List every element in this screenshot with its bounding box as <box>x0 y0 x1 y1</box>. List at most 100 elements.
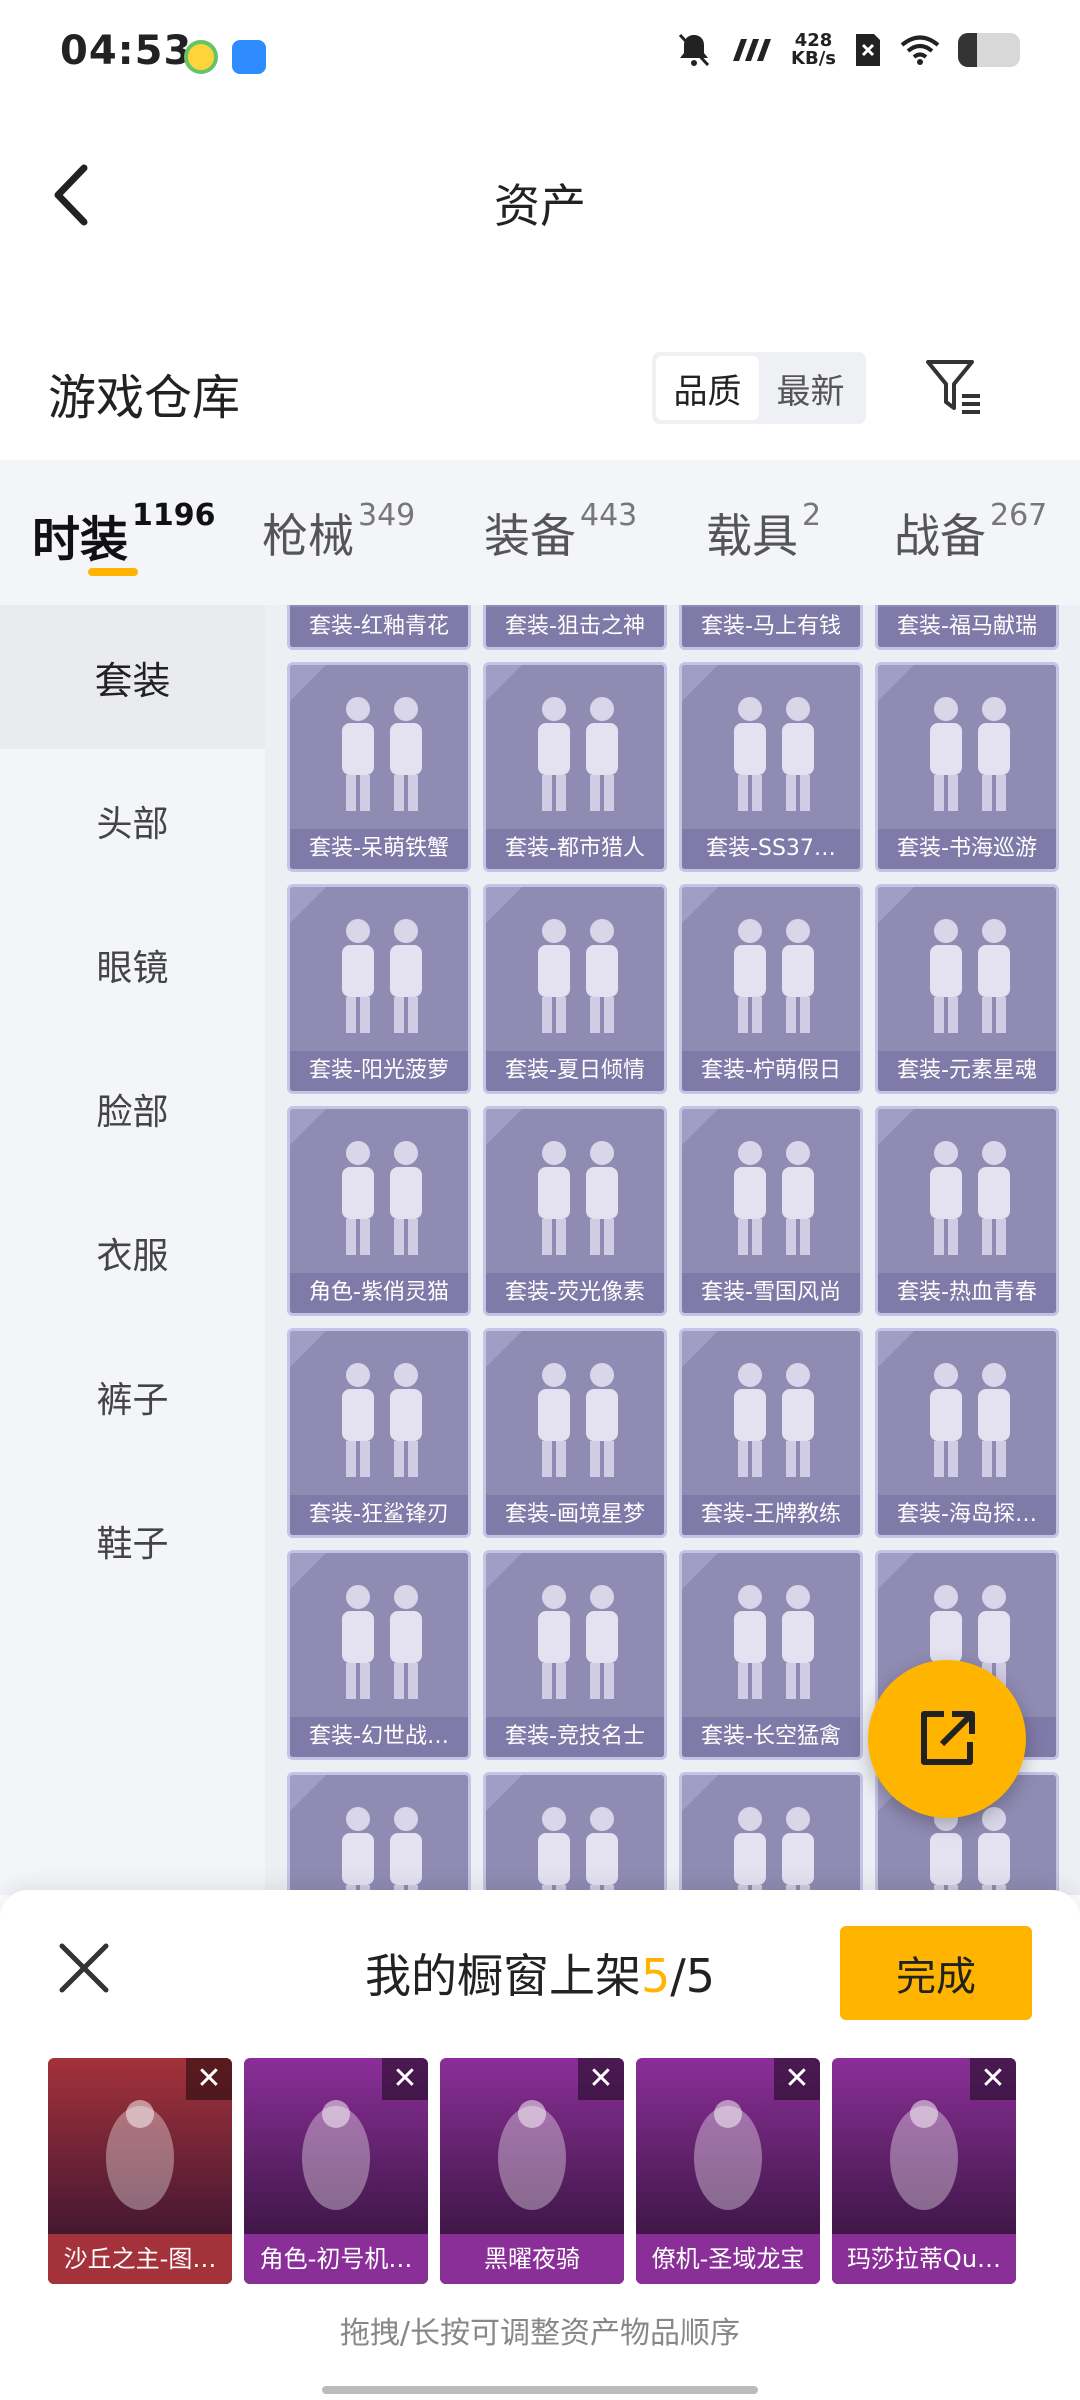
active-tab-indicator <box>88 568 138 576</box>
remove-icon[interactable]: ✕ <box>774 2058 820 2100</box>
item-card[interactable] <box>483 1772 667 1895</box>
filter-button[interactable] <box>922 354 986 418</box>
item-card[interactable]: 套装-幻世战… <box>287 1550 471 1760</box>
showcase-hint: 拖拽/长按可调整资产物品顺序 <box>339 2316 741 2351</box>
tab-label: 战备 <box>894 509 986 563</box>
item-thumbnail <box>506 1127 646 1267</box>
item-thumbnail <box>310 1349 450 1489</box>
sidebar-item-face[interactable]: 脸部 <box>0 1037 265 1181</box>
showcase-item-thumbnail <box>464 2088 600 2224</box>
share-button[interactable] <box>868 1660 1026 1818</box>
item-thumbnail <box>310 683 450 823</box>
sort-option-latest[interactable]: 最新 <box>759 356 862 420</box>
sidebar-item-clothes[interactable]: 衣服 <box>0 1181 265 1325</box>
battery-level <box>958 33 977 67</box>
item-card[interactable]: 套装-呆萌铁蟹 <box>287 662 471 872</box>
item-name: 套装-热血青春 <box>878 1273 1056 1313</box>
remove-icon[interactable]: ✕ <box>382 2058 428 2100</box>
item-card[interactable]: 套装-红釉青花 <box>287 605 471 650</box>
item-card[interactable]: 套装-SS37… <box>679 662 863 872</box>
category-tabs: 时装 1196 枪械 349 装备 443 载具 2 战备 267 <box>0 460 1080 605</box>
item-card[interactable]: 套装-狂鲨锋刃 <box>287 1328 471 1538</box>
item-card[interactable]: 套装-夏日倾情 <box>483 884 667 1094</box>
app-notification-icon <box>232 40 266 74</box>
status-time: 04:53 <box>60 28 193 74</box>
sort-option-quality[interactable]: 品质 <box>656 356 759 420</box>
showcase-item-thumbnail <box>72 2088 208 2224</box>
sidebar-item-glasses[interactable]: 眼镜 <box>0 893 265 1037</box>
item-card[interactable]: 套装-雪国风尚 <box>679 1106 863 1316</box>
showcase-sheet: 我的橱窗上架5/5 完成 ✕ 沙丘之主-图… ✕ 角色-初号机… ✕ 黑曜夜骑 ✕ 僚机-圣域… <box>0 1890 1080 2400</box>
item-card[interactable] <box>679 1772 863 1895</box>
item-card[interactable]: 套装-海岛探… <box>875 1328 1059 1538</box>
tab-supplies[interactable]: 战备 267 <box>894 498 1048 566</box>
item-card[interactable]: 套装-都市猎人 <box>483 662 667 872</box>
item-card[interactable]: 套装-长空猛禽 <box>679 1550 863 1760</box>
tab-label: 载具 <box>706 509 798 563</box>
showcase-current-count: 5 <box>640 1949 671 2003</box>
item-thumbnail <box>310 1571 450 1711</box>
item-name: 套装-王牌教练 <box>682 1495 860 1535</box>
item-card[interactable]: 套装-荧光像素 <box>483 1106 667 1316</box>
item-card[interactable]: 套装-马上有钱 <box>679 605 863 650</box>
item-card[interactable]: 套装-狙击之神 <box>483 605 667 650</box>
done-button[interactable]: 完成 <box>840 1926 1032 2020</box>
remove-icon[interactable]: ✕ <box>970 2058 1016 2100</box>
tab-count: 267 <box>990 498 1048 533</box>
showcase-item[interactable]: ✕ 角色-初号机… <box>244 2058 428 2284</box>
home-indicator[interactable] <box>322 2386 758 2394</box>
item-thumbnail <box>702 1349 842 1489</box>
music-app-icon <box>184 40 218 74</box>
battery-icon <box>958 33 1020 67</box>
item-card[interactable]: 套装-元素星魂 <box>875 884 1059 1094</box>
showcase-item-thumbnail <box>660 2088 796 2224</box>
sim-icon <box>856 34 880 66</box>
item-card[interactable]: 套装-柠萌假日 <box>679 884 863 1094</box>
tab-weapons[interactable]: 枪械 349 <box>262 498 415 566</box>
sidebar-item-pants[interactable]: 裤子 <box>0 1325 265 1469</box>
sidebar-item-outfit[interactable]: 套装 <box>0 605 265 749</box>
item-card[interactable]: 套装-竞技名士 <box>483 1550 667 1760</box>
showcase-item[interactable]: ✕ 僚机-圣域龙宝 <box>636 2058 820 2284</box>
remove-icon[interactable]: ✕ <box>186 2058 232 2100</box>
showcase-list: ✕ 沙丘之主-图… ✕ 角色-初号机… ✕ 黑曜夜骑 ✕ 僚机-圣域龙宝 ✕ 玛莎拉蒂Qu… <box>48 2058 1038 2284</box>
tab-vehicles[interactable]: 载具 2 <box>706 498 822 566</box>
item-card[interactable] <box>287 1772 471 1895</box>
remove-icon[interactable]: ✕ <box>578 2058 624 2100</box>
sort-toggle: 品质 最新 <box>652 352 866 424</box>
showcase-item[interactable]: ✕ 沙丘之主-图… <box>48 2058 232 2284</box>
showcase-item-name: 沙丘之主-图… <box>48 2234 232 2284</box>
showcase-item[interactable]: ✕ 黑曜夜骑 <box>440 2058 624 2284</box>
item-name: 套装-狂鲨锋刃 <box>290 1495 468 1535</box>
item-thumbnail <box>506 1349 646 1489</box>
item-card[interactable]: 套装-书海巡游 <box>875 662 1059 872</box>
item-card[interactable]: 套装-福马献瑞 <box>875 605 1059 650</box>
item-card[interactable]: 套装-热血青春 <box>875 1106 1059 1316</box>
item-card[interactable]: 角色-紫俏灵猫 <box>287 1106 471 1316</box>
showcase-item-thumbnail <box>268 2088 404 2224</box>
item-thumbnail <box>898 1127 1038 1267</box>
item-card[interactable]: 套装-画境星梦 <box>483 1328 667 1538</box>
item-card[interactable]: 套装-王牌教练 <box>679 1328 863 1538</box>
tab-equipment[interactable]: 装备 443 <box>484 498 638 566</box>
item-name: 套装-夏日倾情 <box>486 1051 664 1091</box>
item-thumbnail <box>702 905 842 1045</box>
tab-fashion[interactable]: 时装 1196 <box>32 498 216 570</box>
tab-count: 443 <box>580 498 638 533</box>
status-icons: 428 KB/s <box>677 32 1020 68</box>
showcase-separator: / <box>670 1949 686 2003</box>
item-name: 套装-SS37… <box>682 829 860 869</box>
item-name: 套装-书海巡游 <box>878 829 1056 869</box>
sidebar-item-head[interactable]: 头部 <box>0 749 265 893</box>
item-thumbnail <box>898 683 1038 823</box>
item-card[interactable]: 套装-阳光菠萝 <box>287 884 471 1094</box>
item-name: 角色-紫俏灵猫 <box>290 1273 468 1313</box>
tab-label: 枪械 <box>262 509 354 563</box>
item-name: 套装-竞技名士 <box>486 1717 664 1757</box>
sidebar-item-shoes[interactable]: 鞋子 <box>0 1469 265 1613</box>
tab-count: 2 <box>802 498 822 533</box>
filter-icon <box>926 360 980 414</box>
showcase-item-name: 黑曜夜骑 <box>440 2234 624 2284</box>
showcase-item[interactable]: ✕ 玛莎拉蒂Qu… <box>832 2058 1016 2284</box>
warehouse-header: 游戏仓库 品质 最新 <box>0 340 1080 440</box>
